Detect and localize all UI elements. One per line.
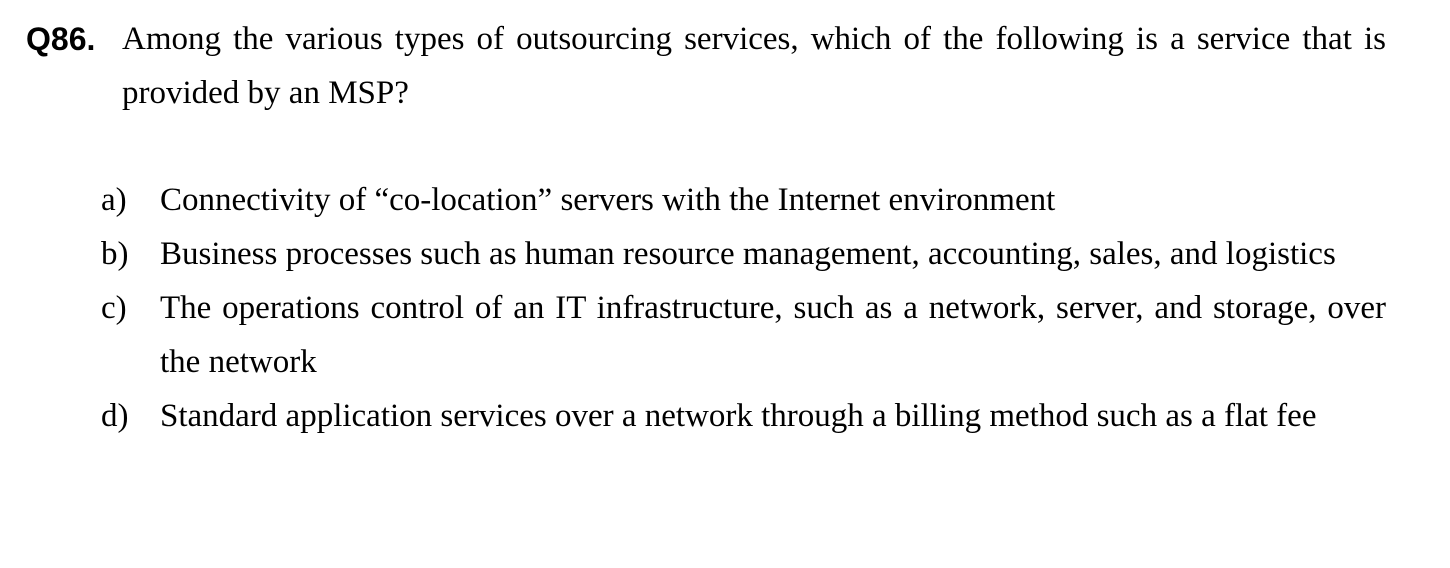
option-letter: c) xyxy=(101,290,127,326)
question-number: Q86. xyxy=(26,21,96,57)
option-d: d) Standard application services over a … xyxy=(101,389,1386,443)
question-block: Q86. Among the various types of outsourc… xyxy=(26,12,1386,120)
question-text: Among the various types of outsourcing s… xyxy=(122,21,1386,111)
option-a: a) Connectivity of “co-location” servers… xyxy=(101,173,1386,227)
answer-options: a) Connectivity of “co-location” servers… xyxy=(101,173,1386,443)
option-text: Business processes such as human resourc… xyxy=(160,236,1336,272)
option-text: Standard application services over a net… xyxy=(160,398,1317,434)
option-letter: b) xyxy=(101,236,129,272)
option-c: c) The operations control of an IT infra… xyxy=(101,281,1386,389)
option-letter: d) xyxy=(101,398,129,434)
option-letter: a) xyxy=(101,182,127,218)
option-b: b) Business processes such as human reso… xyxy=(101,227,1386,281)
option-text: The operations control of an IT infrastr… xyxy=(160,290,1386,380)
option-text: Connectivity of “co-location” servers wi… xyxy=(160,182,1056,218)
